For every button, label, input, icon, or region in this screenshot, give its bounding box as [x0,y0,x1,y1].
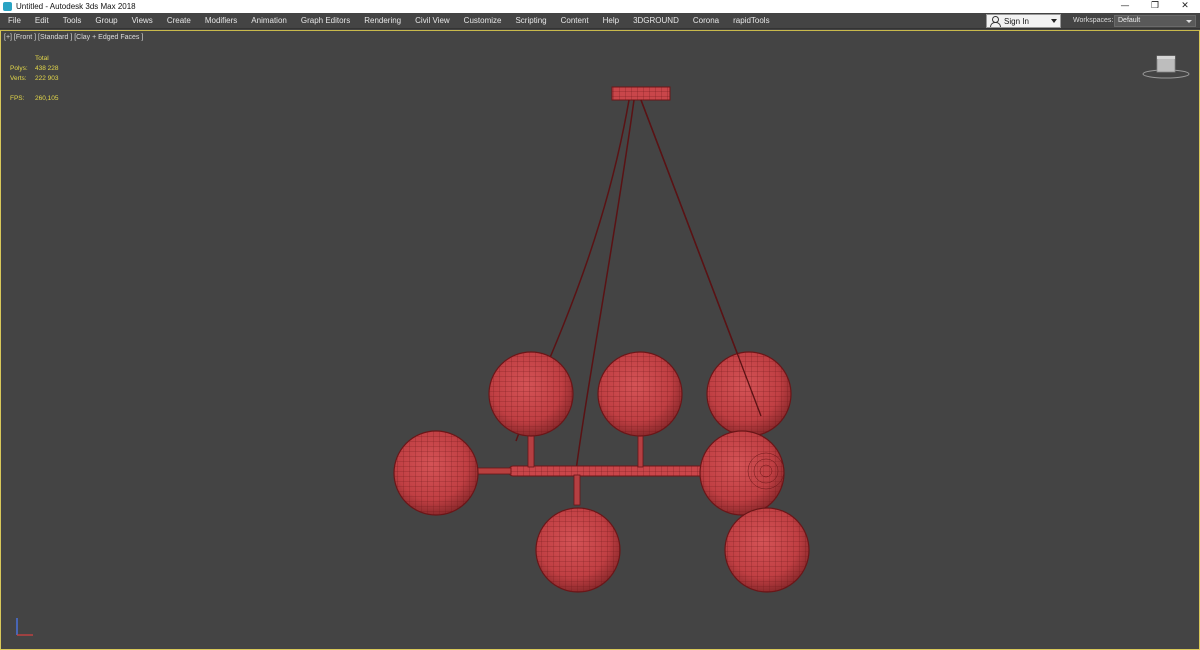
menu-bar: File Edit Tools Group Views Create Modif… [0,13,1200,29]
menu-scripting[interactable]: Scripting [508,13,553,29]
window-controls: — ❐ ✕ [1110,0,1200,13]
globe-top-center [597,351,683,437]
menu-graph-editors[interactable]: Graph Editors [294,13,357,29]
sign-in-label: Sign In [1004,16,1029,26]
menu-help[interactable]: Help [596,13,626,29]
workspaces-select[interactable]: Default [1114,15,1196,27]
chandelier-model[interactable] [1,31,1199,649]
close-button[interactable]: ✕ [1170,0,1200,13]
globe-right [699,430,785,516]
menu-edit[interactable]: Edit [28,13,56,29]
menu-animation[interactable]: Animation [244,13,294,29]
chevron-down-icon [1186,20,1192,23]
menu-group[interactable]: Group [88,13,124,29]
menu-rendering[interactable]: Rendering [357,13,408,29]
globe-bottom-left [535,507,621,593]
title-bar: Untitled - Autodesk 3ds Max 2018 — ❐ ✕ [0,0,1200,13]
user-icon [990,15,1001,27]
globe-top-left [488,351,574,437]
menu-modifiers[interactable]: Modifiers [198,13,244,29]
ceiling-canopy [611,86,671,101]
menu-create[interactable]: Create [160,13,198,29]
globe-bottom-right [724,507,810,593]
minimize-button[interactable]: — [1110,0,1140,13]
menu-file[interactable]: File [0,13,28,29]
sign-in-dropdown[interactable]: Sign In [986,14,1061,28]
front-viewport[interactable]: [+] [Front ] [Standard ] [Clay + Edged F… [0,30,1200,650]
workspaces-value: Default [1118,17,1141,24]
app-icon [3,2,12,11]
restore-button[interactable]: ❐ [1140,0,1170,13]
menu-rapidtools[interactable]: rapidTools [726,13,776,29]
globe-top-right [706,351,792,437]
menu-corona[interactable]: Corona [686,13,726,29]
globe-left [393,430,479,516]
menu-civil-view[interactable]: Civil View [408,13,457,29]
chevron-down-icon [1051,19,1057,23]
menu-customize[interactable]: Customize [457,13,509,29]
workspaces-label: Workspaces: [1073,17,1114,24]
menu-content[interactable]: Content [554,13,596,29]
menu-views[interactable]: Views [125,13,160,29]
menu-tools[interactable]: Tools [56,13,89,29]
menu-3dground[interactable]: 3DGROUND [626,13,686,29]
window-title: Untitled - Autodesk 3ds Max 2018 [16,2,136,11]
